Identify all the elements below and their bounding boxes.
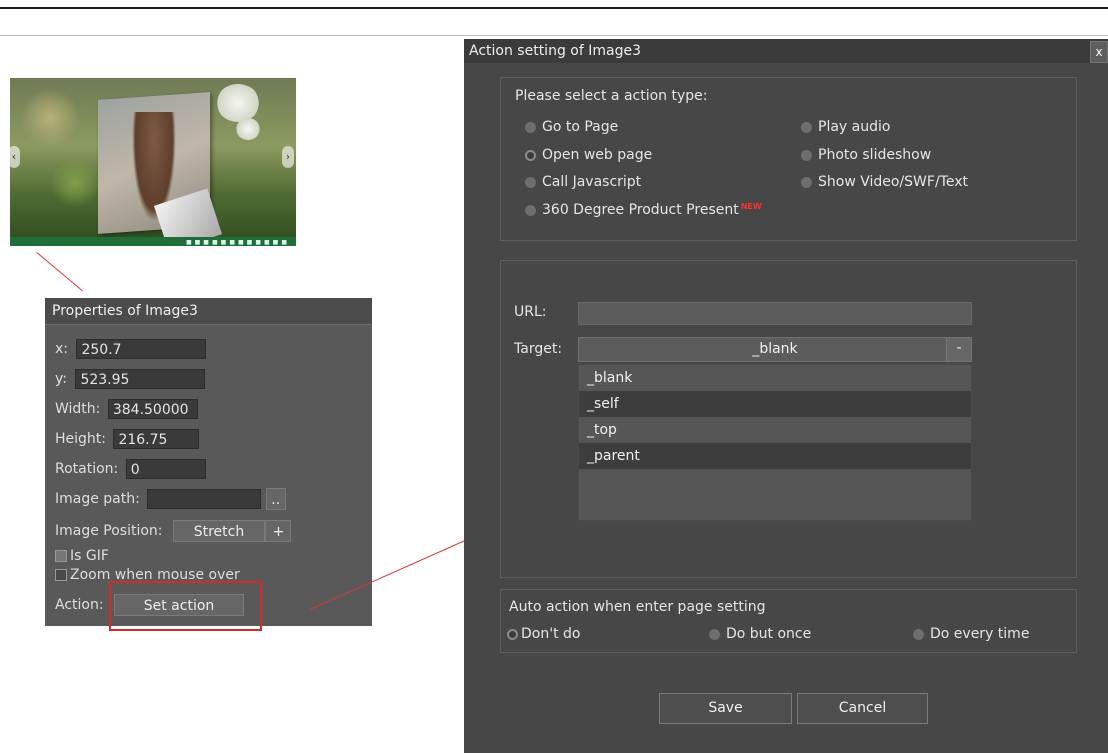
x-row: x: 250.7 xyxy=(55,338,207,360)
next-page-icon[interactable]: › xyxy=(282,146,294,168)
auto-action-heading: Auto action when enter page setting xyxy=(509,599,766,615)
image-path-label: Image path: xyxy=(55,491,140,507)
rotation-row: Rotation: 0 xyxy=(55,458,206,480)
radio-icon[interactable] xyxy=(913,628,924,640)
zoom-checkbox[interactable] xyxy=(55,569,67,581)
width-label: Width: xyxy=(55,401,101,417)
rotation-input[interactable]: 0 xyxy=(125,459,206,479)
target-option-self[interactable]: _self xyxy=(579,391,971,417)
callout-line xyxy=(36,252,83,292)
action-setting-dialog: Action setting of Image3 x Please select… xyxy=(464,39,1108,753)
url-label: URL: xyxy=(514,304,547,320)
auto-action-label: Do every time xyxy=(930,626,1030,642)
auto-action-do-once[interactable]: Do but once xyxy=(709,626,811,642)
action-360-degree[interactable]: 360 Degree Product Present NEW xyxy=(525,202,762,218)
target-option-blank[interactable]: _blank xyxy=(579,365,971,391)
target-option-top[interactable]: _top xyxy=(579,417,971,443)
action-label: Show Video/SWF/Text xyxy=(818,174,968,190)
auto-action-dont-do[interactable]: Don't do xyxy=(507,626,580,642)
close-icon[interactable]: x xyxy=(1090,41,1108,63)
properties-title: Properties of Image3 xyxy=(45,298,372,325)
action-type-group: Please select a action type: Go to Page … xyxy=(500,77,1077,241)
width-input[interactable]: 384.50000 xyxy=(107,399,198,419)
y-input[interactable]: 523.95 xyxy=(75,369,206,389)
height-input[interactable]: 216.75 xyxy=(113,429,200,449)
action-label: Call Javascript xyxy=(542,174,642,190)
target-select[interactable]: _blank - xyxy=(578,337,972,362)
x-label: x: xyxy=(55,341,69,357)
flower-image xyxy=(236,118,260,140)
highlight-box xyxy=(109,581,262,631)
image-path-row: Image path: .. xyxy=(55,488,286,510)
action-open-web-page[interactable]: Open web page xyxy=(525,147,652,163)
is-gif-checkbox[interactable] xyxy=(55,550,67,562)
top-divider xyxy=(0,7,1108,9)
action-call-javascript[interactable]: Call Javascript xyxy=(525,174,641,190)
save-button[interactable]: Save xyxy=(659,693,792,724)
auto-action-group: Auto action when enter page setting Don'… xyxy=(500,589,1077,653)
auto-action-label: Do but once xyxy=(726,626,812,642)
action-label: Go to Page xyxy=(542,119,619,135)
target-label: Target: xyxy=(514,341,563,357)
action-photo-slideshow[interactable]: Photo slideshow xyxy=(801,147,931,163)
x-input[interactable]: 250.7 xyxy=(76,339,207,359)
action-label: Action: xyxy=(55,597,104,613)
action-play-audio[interactable]: Play audio xyxy=(801,119,890,135)
action-label: Play audio xyxy=(818,119,891,135)
target-selected-value: _blank xyxy=(752,341,798,357)
radio-icon[interactable] xyxy=(525,204,536,216)
y-label: y: xyxy=(55,371,67,387)
radio-icon[interactable] xyxy=(525,176,536,188)
radio-selected-icon[interactable] xyxy=(507,628,518,640)
image-position-label: Image Position: xyxy=(55,523,163,539)
width-row: Width: 384.50000 xyxy=(55,398,198,420)
sub-divider xyxy=(0,35,1108,36)
image-position-select[interactable]: Stretch xyxy=(172,520,265,542)
flipbook-thumbnail: ‹ › ■■■■■■■■■■■■ xyxy=(10,78,296,246)
cancel-button[interactable]: Cancel xyxy=(797,693,928,724)
flipbook-toolbar: ■■■■■■■■■■■■ xyxy=(10,237,296,246)
action-go-to-page[interactable]: Go to Page xyxy=(525,119,618,135)
is-gif-row[interactable]: Is GIF xyxy=(55,547,109,565)
flower-image xyxy=(216,84,260,122)
toolbar-icons: ■■■■■■■■■■■■ xyxy=(185,239,290,246)
action-show-video[interactable]: Show Video/SWF/Text xyxy=(801,174,968,190)
auto-action-label: Don't do xyxy=(521,626,581,642)
dropdown-arrow-icon[interactable]: - xyxy=(946,338,971,361)
action-label: Open web page xyxy=(542,147,653,163)
auto-action-do-every-time[interactable]: Do every time xyxy=(913,626,1029,642)
height-label: Height: xyxy=(55,431,106,447)
browse-button[interactable]: .. xyxy=(265,488,286,510)
action-label: Photo slideshow xyxy=(818,147,932,163)
image-path-input[interactable] xyxy=(147,489,262,509)
prev-page-icon[interactable]: ‹ xyxy=(10,146,20,168)
height-row: Height: 216.75 xyxy=(55,428,200,450)
radio-icon[interactable] xyxy=(801,176,812,188)
radio-icon[interactable] xyxy=(525,121,536,133)
image-position-row: Image Position: Stretch + xyxy=(55,520,292,542)
dialog-title: Action setting of Image3 xyxy=(464,39,1108,63)
target-dropdown-list: _blank _self _top _parent xyxy=(578,364,972,521)
properties-panel: Properties of Image3 x: 250.7 y: 523.95 … xyxy=(45,298,372,626)
radio-icon[interactable] xyxy=(801,149,812,161)
action-type-heading: Please select a action type: xyxy=(515,88,708,104)
radio-selected-icon[interactable] xyxy=(525,149,536,161)
radio-icon[interactable] xyxy=(709,628,720,640)
target-option-parent[interactable]: _parent xyxy=(579,443,971,469)
radio-icon[interactable] xyxy=(801,121,812,133)
image-position-add-button[interactable]: + xyxy=(265,520,292,542)
is-gif-label: Is GIF xyxy=(70,548,109,564)
url-input[interactable] xyxy=(578,302,972,325)
bokeh-light xyxy=(20,88,80,148)
action-label: 360 Degree Product Present xyxy=(542,202,739,218)
y-row: y: 523.95 xyxy=(55,368,206,390)
rotation-label: Rotation: xyxy=(55,461,119,477)
bokeh-light xyxy=(50,158,100,208)
new-badge: NEW xyxy=(740,202,762,211)
